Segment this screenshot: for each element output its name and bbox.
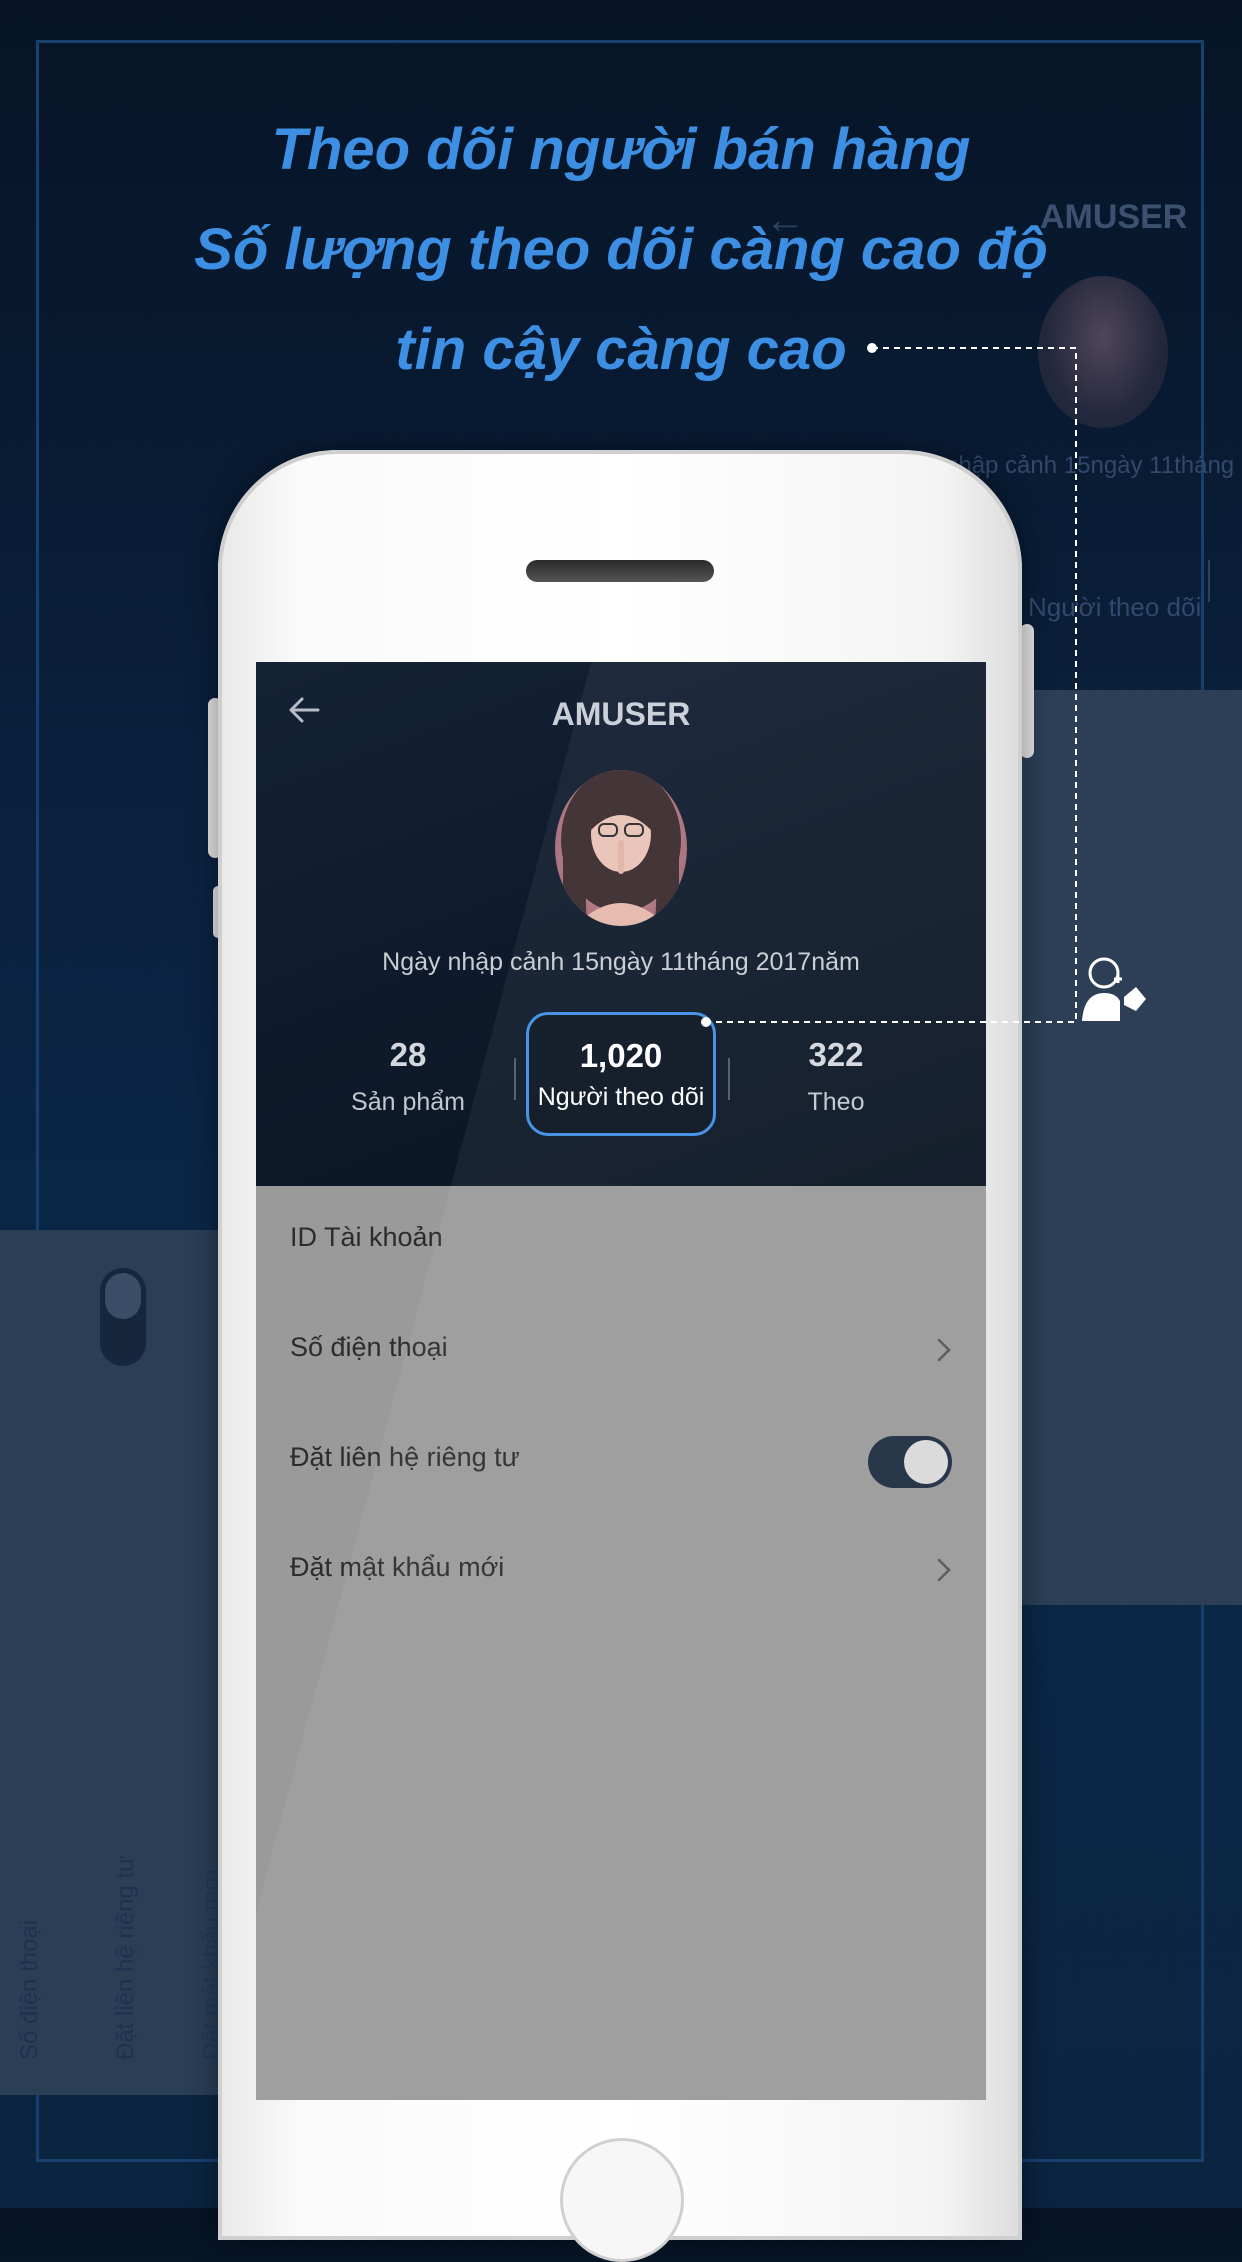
add-user-icon (1082, 957, 1146, 1021)
stat-following[interactable]: 322 Theo (736, 1036, 936, 1117)
stat-products[interactable]: 28 Sản phẩm (308, 1036, 508, 1117)
stat-divider (514, 1058, 516, 1100)
row-privacy: Đặt liên hệ riêng tư (256, 1406, 986, 1516)
following-label: Theo (807, 1088, 865, 1116)
new-password-label: Đặt mật khẩu mới (290, 1552, 505, 1582)
phone-label: Số điện thoại (290, 1332, 448, 1362)
row-phone[interactable]: Số điện thoại (256, 1296, 986, 1406)
headline-line-1: Theo dõi người bán hàng (271, 117, 971, 182)
row-new-password[interactable]: Đặt mật khẩu mới (256, 1516, 986, 1626)
headline: Theo dõi người bán hàng Số lượng theo dõ… (0, 100, 1242, 400)
avatar[interactable] (555, 770, 687, 926)
stat-divider (728, 1058, 730, 1100)
ghost-followers-label: Người theo dõi (1028, 592, 1202, 622)
background-screen-right (1020, 690, 1242, 1605)
headline-line-2: Số lượng theo dõi càng cao độ (194, 217, 1048, 282)
followers-count: 1,020 (579, 1037, 663, 1074)
products-label: Sản phẩm (351, 1088, 465, 1116)
phone-screen: AMUSER Ngày nhập cảnh 15ngày 11tháng 201… (256, 662, 986, 2100)
ghost-join-date: nhập cảnh 15ngày 11tháng 20 (945, 452, 1242, 479)
headline-line-3: tin cậy càng cao (395, 317, 847, 382)
followers-label: Người theo dõi (537, 1083, 705, 1111)
account-id-label: ID Tài khoản (290, 1222, 443, 1252)
phone-power-button (1020, 624, 1034, 758)
profile-header: AMUSER Ngày nhập cảnh 15ngày 11tháng 201… (256, 662, 986, 1186)
following-count: 322 (808, 1036, 864, 1073)
join-date: Ngày nhập cảnh 15ngày 11tháng 2017năm (382, 948, 860, 976)
chevron-right-icon (937, 1558, 951, 1582)
avatar-photo (561, 770, 681, 926)
ghost-divider (1208, 560, 1210, 602)
phone-home-button (560, 2138, 684, 2262)
phone-speaker (526, 560, 714, 582)
ghost-phone-label: Số điện thoại (16, 1919, 43, 2060)
stat-followers[interactable]: 1,020 Người theo dõi (526, 1012, 716, 1136)
ghost-toggle (100, 1268, 146, 1366)
chevron-right-icon (937, 1338, 951, 1362)
page-title: AMUSER (551, 696, 691, 732)
privacy-label: Đặt liên hệ riêng tư (290, 1442, 520, 1472)
ghost-privacy-label: Đặt liên hệ riêng tư (112, 1855, 139, 2060)
privacy-toggle[interactable] (868, 1436, 952, 1488)
products-count: 28 (389, 1036, 427, 1073)
toggle-knob (904, 1440, 948, 1484)
row-account-id: ID Tài khoản (256, 1186, 986, 1296)
